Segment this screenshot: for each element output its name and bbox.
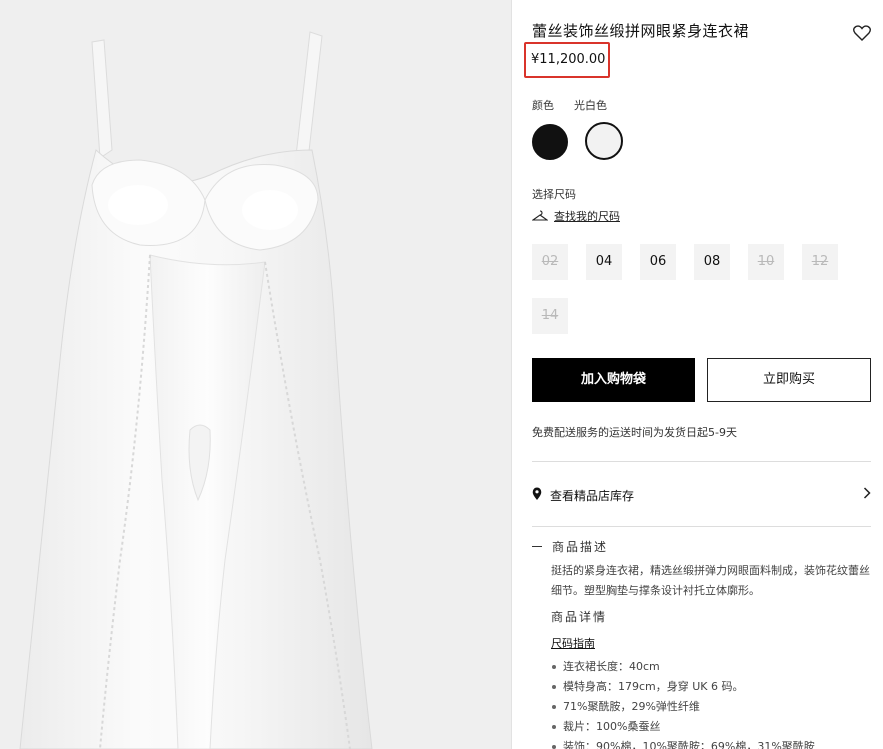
delivery-note: 免费配送服务的运送时间为发货日起5-9天 xyxy=(532,426,737,439)
list-item: 71%聚酰胺，29%弹性纤维 xyxy=(551,697,815,717)
list-item: 连衣裙长度：40cm xyxy=(551,657,815,677)
color-swatch-black[interactable] xyxy=(532,124,568,160)
size-option-04[interactable]: 04 xyxy=(586,244,622,280)
product-image[interactable] xyxy=(0,0,511,749)
description-section-toggle[interactable]: 商品描述 xyxy=(532,538,608,555)
size-guide-link[interactable]: 尺码指南 xyxy=(551,635,595,651)
chevron-right-icon xyxy=(863,487,871,499)
color-label: 颜色 xyxy=(532,99,554,112)
find-my-size-link[interactable]: 查找我的尺码 xyxy=(532,208,620,224)
check-store-stock-row[interactable]: 查看精品店库存 xyxy=(532,484,871,506)
add-to-bag-button[interactable]: 加入购物袋 xyxy=(532,358,695,402)
check-store-stock-label: 查看精品店库存 xyxy=(550,489,635,503)
dress-illustration xyxy=(0,0,511,749)
details-list: 连衣裙长度：40cm 模特身高：179cm，身穿 UK 6 码。 71%聚酰胺，… xyxy=(551,657,815,749)
buy-now-button[interactable]: 立即购买 xyxy=(707,358,871,402)
product-title: 蕾丝装饰丝缎拼网眼紧身连衣裙 xyxy=(532,22,750,40)
hanger-icon xyxy=(532,210,548,221)
list-item: 模特身高：179cm，身穿 UK 6 码。 xyxy=(551,677,815,697)
divider xyxy=(532,461,871,462)
size-option-08[interactable]: 08 xyxy=(694,244,730,280)
description-text: 挺括的紧身连衣裙，精选丝缎拼弹力网眼面料制成，装饰花纹蕾丝细节。塑型胸垫与撑条设… xyxy=(551,564,870,597)
size-option-02[interactable]: 02 xyxy=(532,244,568,280)
size-option-12[interactable]: 12 xyxy=(802,244,838,280)
list-item: 装饰：90%棉，10%聚酰胺；69%棉，31%聚酰胺 xyxy=(551,737,815,749)
details-heading: 商品详情 xyxy=(551,610,608,624)
find-my-size-label: 查找我的尺码 xyxy=(554,210,620,223)
product-price: ¥11,200.00 xyxy=(531,52,606,67)
product-details-panel: 蕾丝装饰丝缎拼网眼紧身连衣裙 ¥11,200.00 颜色 光白色 选择尺码 查找… xyxy=(511,0,883,749)
list-item: 裁片：100%桑蚕丝 xyxy=(551,717,815,737)
size-label: 选择尺码 xyxy=(532,188,576,201)
heart-icon[interactable] xyxy=(853,25,871,41)
selected-color-name: 光白色 xyxy=(574,99,607,112)
location-pin-icon xyxy=(532,487,542,500)
divider xyxy=(532,526,871,527)
color-swatch-white[interactable] xyxy=(585,122,623,160)
collapse-minus-icon xyxy=(532,546,542,547)
description-heading: 商品描述 xyxy=(552,540,609,554)
size-option-06[interactable]: 06 xyxy=(640,244,676,280)
size-option-10[interactable]: 10 xyxy=(748,244,784,280)
size-option-14[interactable]: 14 xyxy=(532,298,568,334)
